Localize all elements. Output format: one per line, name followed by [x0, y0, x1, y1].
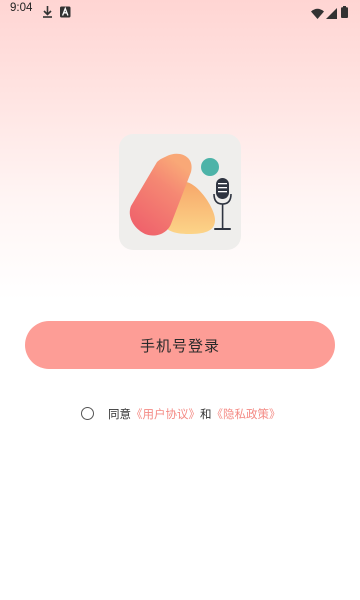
logo-dot: [201, 158, 219, 176]
agreement-row: 同意《用户协议》和《隐私政策》: [0, 404, 360, 424]
wifi-icon: [311, 4, 324, 23]
status-time: 9:04: [10, 2, 33, 14]
privacy-policy-link[interactable]: 《隐私政策》: [212, 407, 281, 421]
status-bar: 9:04: [0, 0, 360, 20]
agreement-conjunction: 和: [200, 407, 212, 421]
agreement-text: 同意《用户协议》和《隐私政策》: [108, 406, 281, 422]
user-agreement-link[interactable]: 《用户协议》: [131, 407, 200, 421]
microphone-icon: [213, 178, 232, 230]
battery-icon: [341, 3, 348, 22]
agreement-prefix: 同意: [108, 407, 131, 421]
phone-login-button[interactable]: 手机号登录: [25, 321, 335, 369]
agreement-radio[interactable]: [81, 407, 94, 420]
signal-icon: [326, 4, 337, 23]
app-logo: [119, 134, 241, 250]
download-icon: [42, 3, 53, 22]
phone-login-label: 手机号登录: [139, 336, 220, 355]
font-a-icon: [60, 3, 71, 22]
